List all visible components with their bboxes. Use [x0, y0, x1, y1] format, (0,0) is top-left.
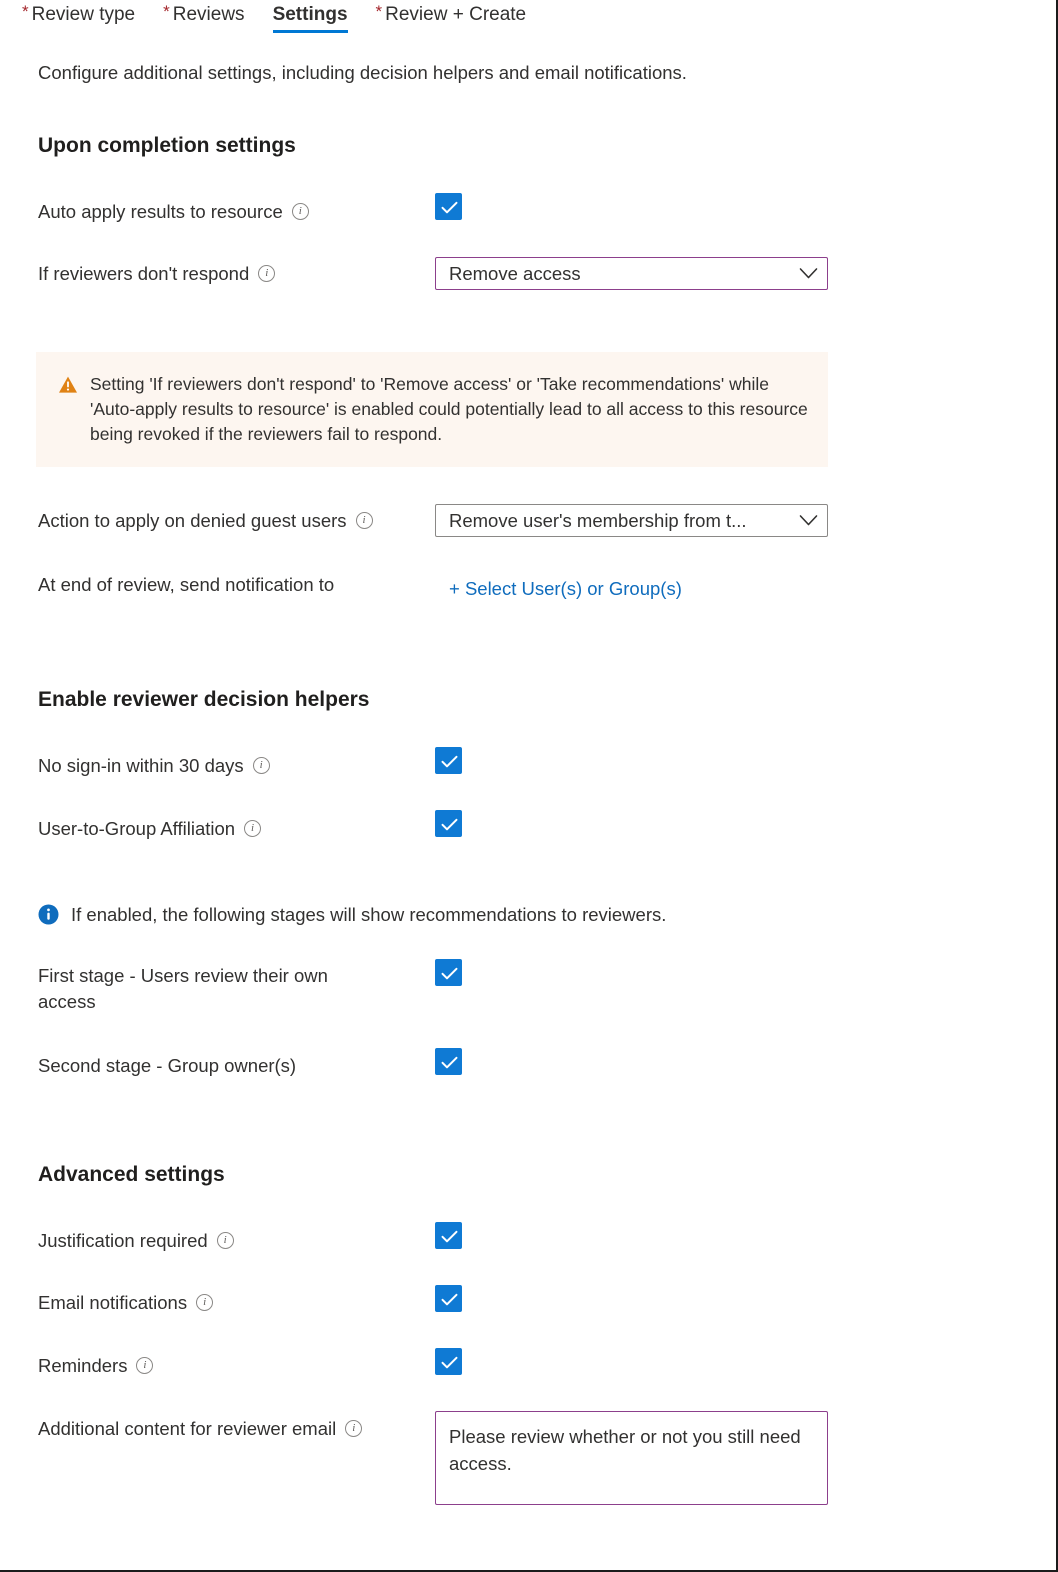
tab-label: Settings: [272, 4, 348, 25]
checkbox-no-signin-30-days[interactable]: [435, 747, 462, 774]
label-justification-required: Justification required i: [38, 1228, 234, 1254]
warning-banner: Setting 'If reviewers don't respond' to …: [36, 352, 828, 467]
stages-info-notice: If enabled, the following stages will sh…: [38, 902, 798, 928]
checkbox-first-stage[interactable]: [435, 959, 462, 986]
additional-content-textarea[interactable]: [435, 1411, 828, 1505]
tab-label: Review + Create: [385, 4, 527, 25]
tab-review-create[interactable]: * Review + Create: [376, 0, 539, 40]
tab-label: Reviews: [172, 4, 245, 25]
access-review-settings-page: * Review type * Reviews Settings * Revie…: [0, 0, 1058, 1572]
label-denied-guest-action: Action to apply on denied guest users i: [38, 508, 373, 534]
label-second-stage: Second stage - Group owner(s): [38, 1055, 297, 1076]
info-icon[interactable]: i: [291, 203, 309, 220]
info-icon[interactable]: i: [258, 265, 276, 282]
label-reminders: Reminders i: [38, 1353, 154, 1379]
dropdown-denied-guest-action[interactable]: Remove user's membership from t...: [435, 504, 828, 537]
section-title-decision-helpers: Enable reviewer decision helpers: [38, 688, 370, 711]
checkbox-auto-apply-results[interactable]: [435, 193, 462, 220]
wizard-tab-strip: * Review type * Reviews Settings * Revie…: [0, 0, 1056, 40]
section-title-advanced-settings: Advanced settings: [38, 1163, 225, 1186]
warning-text: Setting 'If reviewers don't respond' to …: [90, 374, 808, 444]
notice-text: If enabled, the following stages will sh…: [71, 904, 667, 925]
label-user-to-group-affiliation: User-to-Group Affiliation i: [38, 816, 262, 842]
select-users-or-groups-link[interactable]: + Select User(s) or Group(s): [449, 576, 682, 602]
dropdown-if-reviewers-dont-respond[interactable]: Remove access: [435, 257, 828, 290]
section-title-upon-completion: Upon completion settings: [38, 134, 296, 157]
checkbox-second-stage[interactable]: [435, 1048, 462, 1075]
label-auto-apply-results: Auto apply results to resource i: [38, 199, 309, 225]
required-asterisk: *: [22, 2, 29, 21]
label-email-notifications: Email notifications i: [38, 1290, 214, 1316]
label-additional-content: Additional content for reviewer email i: [38, 1416, 363, 1442]
info-filled-icon: [38, 904, 59, 925]
checkbox-email-notifications[interactable]: [435, 1285, 462, 1312]
info-icon[interactable]: i: [345, 1420, 363, 1437]
dropdown-value: Remove user's membership from t...: [449, 509, 747, 531]
info-icon[interactable]: i: [355, 512, 373, 529]
tab-settings[interactable]: Settings: [272, 0, 360, 40]
info-icon[interactable]: i: [244, 820, 262, 837]
info-icon[interactable]: i: [136, 1357, 154, 1374]
warning-icon: [58, 375, 78, 395]
label-end-of-review-notification: At end of review, send notification to: [38, 574, 335, 595]
label-first-stage: First stage - Users review their own acc…: [38, 965, 328, 1012]
label-no-signin-30-days: No sign-in within 30 days i: [38, 753, 270, 779]
info-icon[interactable]: i: [216, 1232, 234, 1249]
required-asterisk: *: [375, 2, 383, 21]
info-icon[interactable]: i: [252, 757, 270, 774]
required-asterisk: *: [163, 2, 170, 21]
tab-label: Review type: [31, 4, 136, 25]
tab-reviews[interactable]: * Reviews: [163, 0, 256, 40]
chevron-down-icon: [799, 267, 818, 280]
info-icon[interactable]: i: [196, 1294, 214, 1311]
page-description: Configure additional settings, including…: [38, 62, 687, 83]
checkbox-user-to-group-affiliation[interactable]: [435, 810, 462, 837]
tab-review-type[interactable]: * Review type: [22, 0, 147, 40]
tab-active-underline: [272, 30, 348, 33]
dropdown-value: Remove access: [449, 262, 581, 284]
label-if-reviewers-dont-respond: If reviewers don't respond i: [38, 261, 276, 287]
checkbox-justification-required[interactable]: [435, 1222, 462, 1249]
checkbox-reminders[interactable]: [435, 1348, 462, 1375]
chevron-down-icon: [799, 514, 818, 527]
